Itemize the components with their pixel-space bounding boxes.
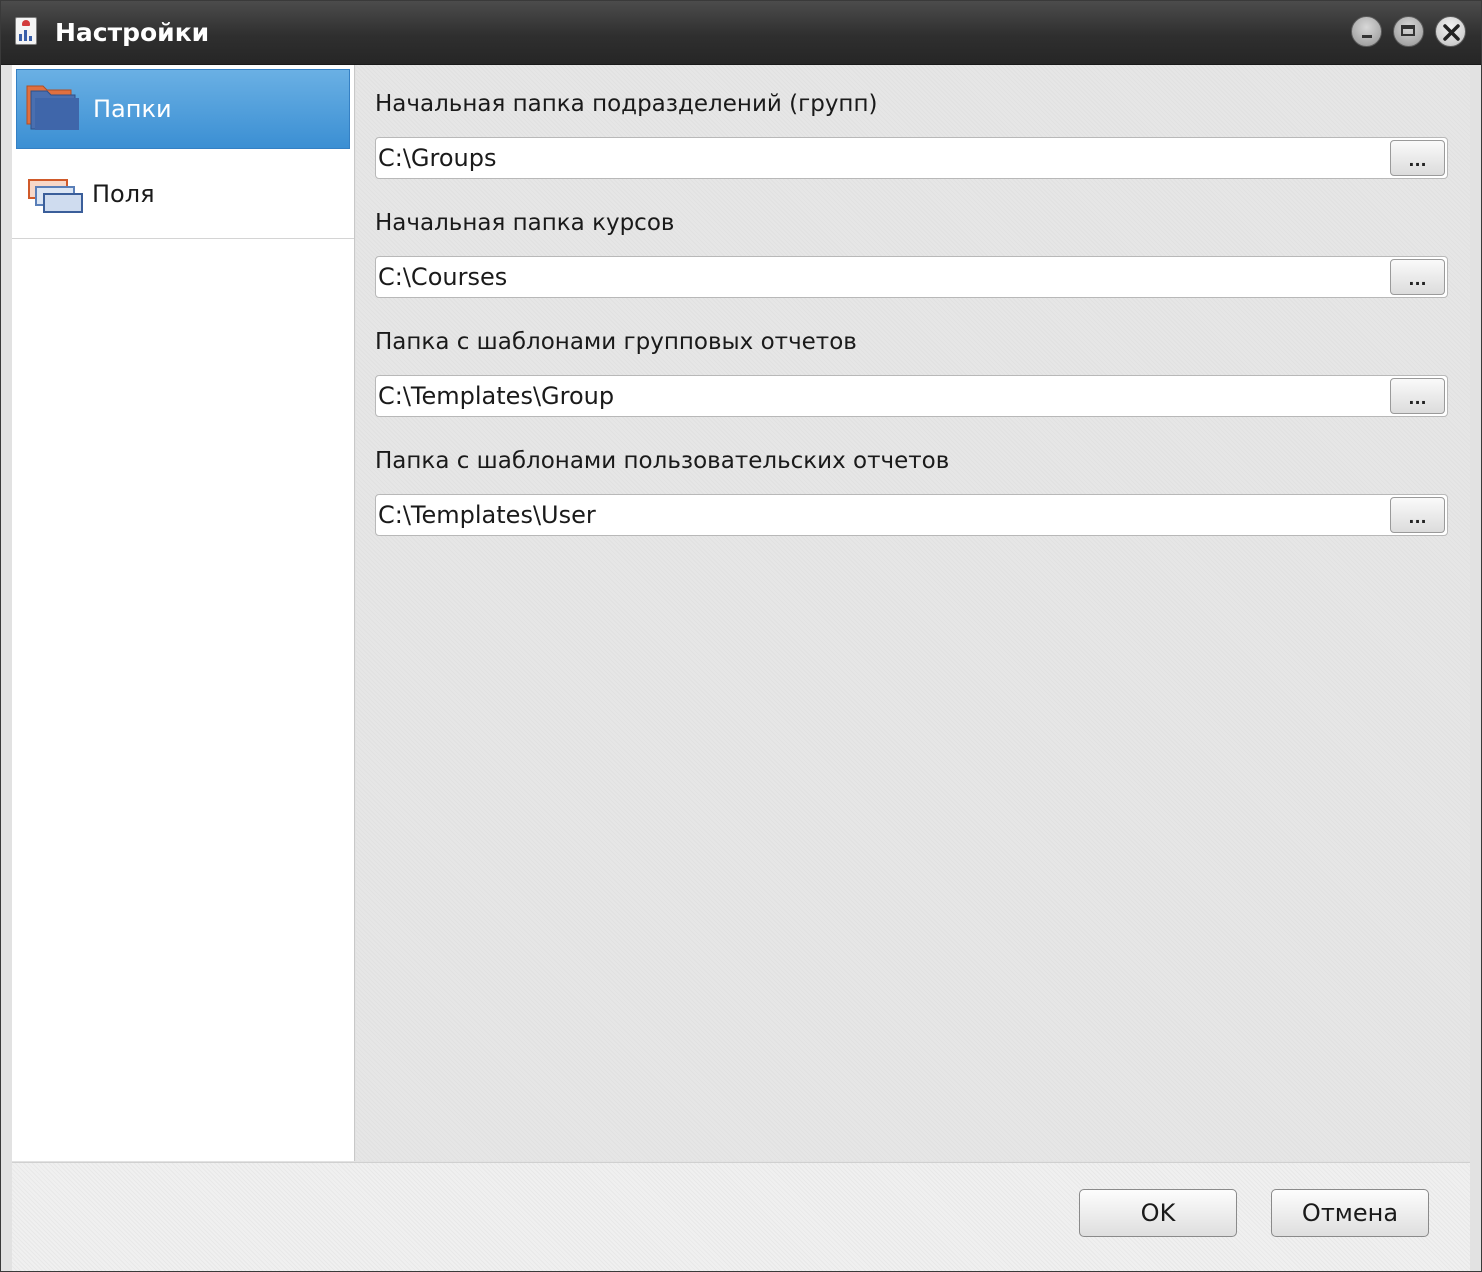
group-templates-field: ... <box>375 375 1448 417</box>
browse-user-templates-button[interactable]: ... <box>1390 497 1445 533</box>
groups-folder-input[interactable] <box>378 142 1378 174</box>
courses-folder-field: ... <box>375 256 1448 298</box>
folders-settings-panel: Начальная папка подразделений (групп) ..… <box>356 65 1470 1161</box>
close-icon[interactable] <box>1435 16 1466 47</box>
window-title: Настройки <box>55 18 210 47</box>
user-templates-label: Папка с шаблонами пользовательских отчет… <box>375 448 950 474</box>
courses-folder-label: Начальная папка курсов <box>375 210 675 236</box>
group-templates-label: Папка с шаблонами групповых отчетов <box>375 329 857 355</box>
browse-groups-button[interactable]: ... <box>1390 140 1445 176</box>
dialog-footer: OK Отмена <box>12 1162 1470 1271</box>
title-bar[interactable]: Настройки <box>1 1 1481 65</box>
fields-icon <box>28 179 83 213</box>
courses-folder-input[interactable] <box>378 261 1378 293</box>
settings-window: Настройки Папки Поля Начальная папка под… <box>0 0 1482 1272</box>
groups-folder-field: ... <box>375 137 1448 179</box>
maximize-icon[interactable] <box>1393 16 1424 47</box>
groups-folder-label: Начальная папка подразделений (групп) <box>375 91 878 117</box>
sidebar-item-fields[interactable]: Поля <box>12 153 354 239</box>
user-templates-input[interactable] <box>378 499 1378 531</box>
settings-sidebar: Папки Поля <box>12 65 355 1161</box>
report-app-icon <box>15 17 37 45</box>
folders-icon <box>26 85 79 130</box>
sidebar-item-label: Поля <box>92 180 155 208</box>
ok-button[interactable]: OK <box>1079 1189 1237 1237</box>
browse-group-templates-button[interactable]: ... <box>1390 378 1445 414</box>
browse-courses-button[interactable]: ... <box>1390 259 1445 295</box>
group-templates-input[interactable] <box>378 380 1378 412</box>
cancel-button[interactable]: Отмена <box>1271 1189 1429 1237</box>
sidebar-item-label: Папки <box>93 95 172 123</box>
sidebar-item-folders[interactable]: Папки <box>16 69 350 149</box>
user-templates-field: ... <box>375 494 1448 536</box>
minimize-icon[interactable] <box>1351 16 1382 47</box>
